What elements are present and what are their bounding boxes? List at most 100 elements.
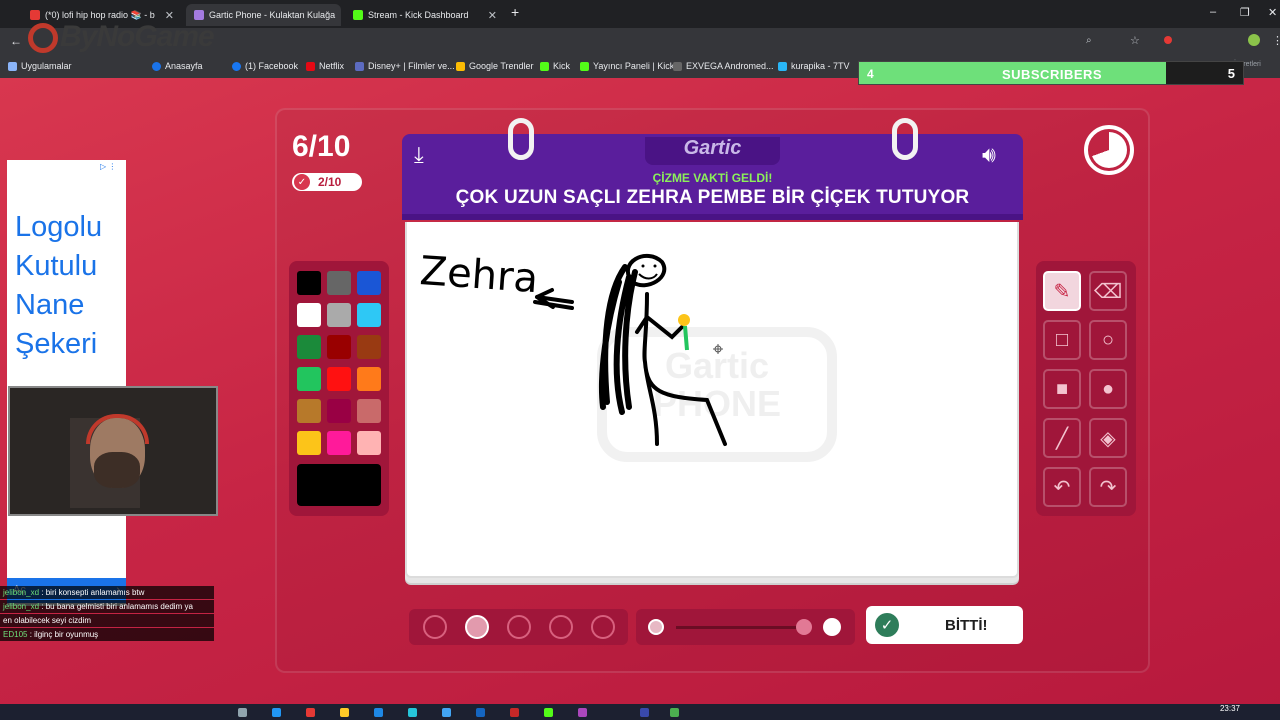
tab-title: Stream - Kick Dashboard (368, 10, 469, 20)
drawing-canvas[interactable]: Gartic PHONE Zehra (405, 222, 1019, 578)
app-icon[interactable] (272, 708, 281, 717)
tool-panel: ✎ ⌫ □ ○ ■ ● ╱ ◈ ↶ ↷ (1036, 261, 1136, 516)
app-icon[interactable] (670, 708, 679, 717)
drawing-flower (678, 314, 690, 326)
color-swatch[interactable] (297, 335, 321, 359)
webcam-beard (94, 452, 140, 488)
done-label: BİTTİ! (945, 616, 988, 634)
star-icon[interactable]: ☆ (1130, 34, 1140, 47)
close-icon[interactable]: ✕ (488, 9, 497, 22)
color-swatch[interactable] (357, 367, 381, 391)
redo-icon[interactable]: ↷ (1089, 467, 1127, 507)
brush-size-3[interactable] (507, 615, 531, 639)
prompt-subtitle: ÇİZME VAKTİ GELDİ! (652, 171, 773, 185)
ellipse-outline-tool-icon[interactable]: ○ (1089, 320, 1127, 360)
done-button[interactable]: ✓ BİTTİ! (866, 606, 1023, 644)
ad-text: Logolu Kutulu Nane Şekeri (15, 211, 103, 360)
app-icon[interactable] (374, 708, 383, 717)
opacity-track (676, 626, 811, 629)
opacity-handle[interactable] (796, 619, 812, 635)
bookmark-7tv[interactable]: kurapika - 7TV (778, 61, 850, 71)
bookmark-kick[interactable]: Kick (540, 61, 570, 71)
color-swatch[interactable] (327, 303, 351, 327)
webcam-overlay (8, 386, 218, 516)
new-tab-button[interactable]: + (511, 4, 519, 20)
close-icon[interactable]: ✕ (340, 9, 341, 22)
bookmark-kick-creator[interactable]: Yayıncı Paneli | Kick (580, 61, 674, 71)
color-swatch[interactable] (357, 303, 381, 327)
ad-banner[interactable]: Logolu Kutulu Nane Şekeri (7, 160, 126, 606)
eraser-tool-icon[interactable]: ⌫ (1089, 271, 1127, 311)
ellipse-fill-tool-icon[interactable]: ● (1089, 369, 1127, 409)
subscriber-goal-bar: 4 SUBSCRIBERS 5 (858, 61, 1244, 85)
color-swatch[interactable] (357, 271, 381, 295)
ring-hook-left (508, 118, 534, 160)
app-icon[interactable] (640, 708, 649, 717)
taskview-icon[interactable] (238, 708, 247, 717)
color-swatch[interactable] (327, 399, 351, 423)
brush-size-5[interactable] (591, 615, 615, 639)
color-swatch[interactable] (297, 399, 321, 423)
download-icon[interactable]: ⤓ (414, 144, 424, 166)
bookmark-anasayfa[interactable]: Anasayfa (152, 61, 203, 71)
rectangle-fill-tool-icon[interactable]: ■ (1043, 369, 1081, 409)
app-icon[interactable] (510, 708, 519, 717)
app-icon[interactable] (408, 708, 417, 717)
adchoices-icon[interactable]: ▷ ⋮ (100, 162, 116, 171)
app-icon[interactable] (476, 708, 485, 717)
color-swatch[interactable] (327, 367, 351, 391)
maximize-button[interactable]: ❐ (1240, 6, 1250, 19)
kick-icon[interactable] (544, 708, 553, 717)
extension-icon[interactable] (1164, 36, 1172, 44)
avatar[interactable] (1248, 34, 1260, 46)
back-icon[interactable]: ← (10, 34, 22, 48)
menu-icon[interactable]: ⋮ (1272, 34, 1280, 47)
color-swatch[interactable] (297, 303, 321, 327)
bookmark-exvega[interactable]: EXVEGA Andromed... (673, 61, 774, 71)
drawing-hair (598, 264, 638, 415)
bucket-fill-tool-icon[interactable]: ◈ (1089, 418, 1127, 458)
youtube-icon (30, 10, 40, 20)
folder-icon[interactable] (340, 708, 349, 717)
color-swatch[interactable] (297, 271, 321, 295)
speaker-icon[interactable]: 🔊︎ (982, 144, 996, 166)
zoom-icon[interactable]: ⌕ (1086, 35, 1092, 46)
player-drawing: Zehra (418, 248, 727, 446)
color-swatch[interactable] (297, 367, 321, 391)
color-swatch[interactable] (297, 431, 321, 455)
tab-kick-dashboard[interactable]: Stream - Kick Dashboard ✕ (345, 4, 505, 26)
brush-size-4[interactable] (549, 615, 573, 639)
color-swatch[interactable] (327, 335, 351, 359)
current-color-preview (297, 464, 381, 506)
bookmark-apps[interactable]: Uygulamalar (8, 61, 72, 71)
bookmark-disney[interactable]: Disney+ | Filmler ve... (355, 61, 455, 71)
check-icon: ✓ (875, 613, 899, 637)
streamer-logo-overlay: ByNoGame (28, 20, 215, 54)
line-tool-icon[interactable]: ╱ (1043, 418, 1081, 458)
tab-title: (*0) lofi hip hop radio 📚 - b (45, 9, 155, 20)
opacity-slider[interactable] (636, 609, 855, 645)
color-palette (289, 261, 389, 516)
bookmark-facebook[interactable]: (1) Facebook (232, 61, 298, 71)
brush-size-2[interactable] (465, 615, 489, 639)
gartic-icon (194, 10, 204, 20)
undo-icon[interactable]: ↶ (1043, 467, 1081, 507)
close-window-button[interactable]: ✕ (1268, 6, 1277, 19)
app-icon[interactable] (578, 708, 587, 717)
opacity-max-icon (823, 618, 841, 636)
color-swatch[interactable] (357, 335, 381, 359)
app-icon[interactable] (306, 708, 315, 717)
opacity-min-icon (648, 619, 664, 635)
pencil-tool-icon[interactable]: ✎ (1043, 271, 1081, 311)
color-swatch[interactable] (327, 431, 351, 455)
color-swatch[interactable] (357, 431, 381, 455)
rectangle-outline-tool-icon[interactable]: □ (1043, 320, 1081, 360)
bookmark-google-trends[interactable]: Google Trendler (456, 61, 534, 71)
color-swatch[interactable] (357, 399, 381, 423)
ring-hook-right (892, 118, 918, 160)
color-swatch[interactable] (327, 271, 351, 295)
minimize-button[interactable]: – (1210, 6, 1216, 18)
brush-size-1[interactable] (423, 615, 447, 639)
bookmark-netflix[interactable]: Netflix (306, 61, 344, 71)
app-icon[interactable] (442, 708, 451, 717)
